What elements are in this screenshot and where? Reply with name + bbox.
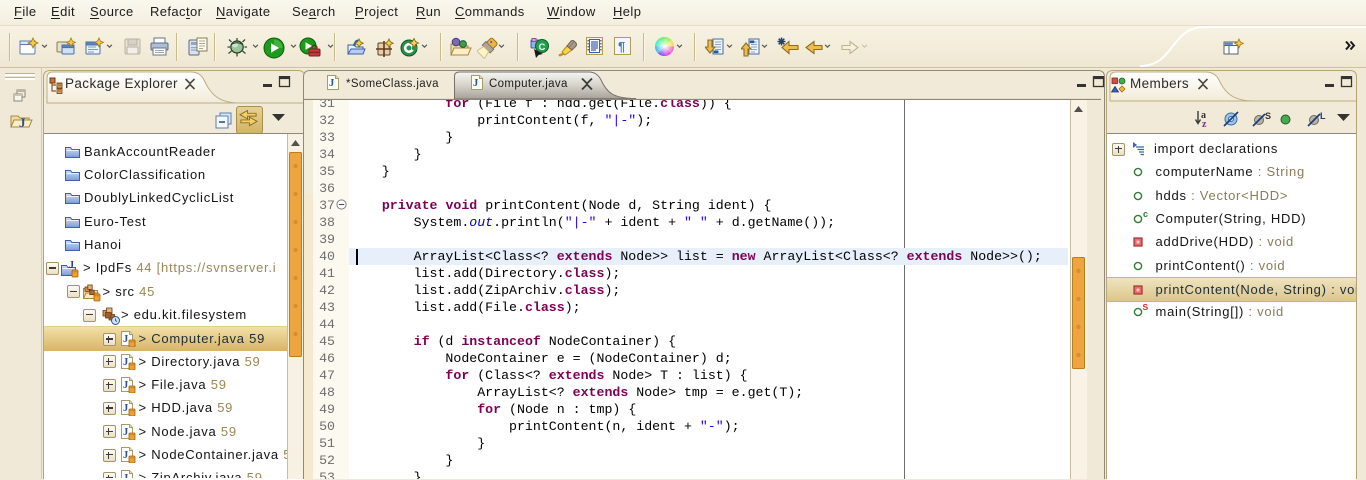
svg-text:z: z: [1202, 119, 1207, 128]
svg-text:¶: ¶: [618, 39, 625, 54]
svg-text:S: S: [1265, 111, 1271, 121]
svg-text:c: c: [1143, 210, 1149, 219]
svg-text:C: C: [539, 42, 546, 53]
svg-text:J: J: [69, 260, 75, 271]
svg-text:J: J: [19, 115, 26, 130]
svg-text:S: S: [1143, 303, 1149, 312]
svg-text:L: L: [1320, 111, 1326, 121]
